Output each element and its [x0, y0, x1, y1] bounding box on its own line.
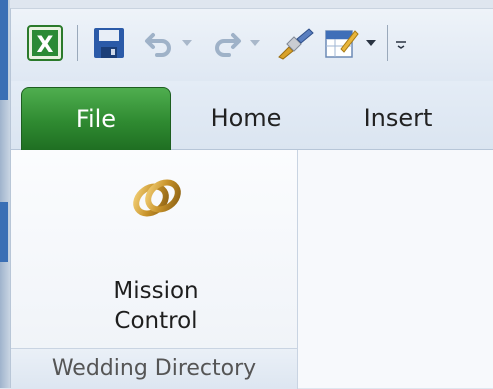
ribbon-panel: Mission Control Wedding Directory	[11, 150, 493, 389]
wedding-rings-icon	[127, 168, 187, 228]
excel-window: X File Home Insert Mission Control Weddi…	[10, 8, 493, 389]
tab-insert[interactable]: Insert	[323, 87, 473, 149]
edge-accent-top	[0, 0, 8, 100]
redo-dropdown-icon[interactable]	[245, 23, 265, 63]
mission-control-button[interactable]: Mission Control	[71, 158, 241, 338]
more-toolbar-icon[interactable]	[391, 23, 411, 63]
edge-accent-bottom	[0, 202, 8, 262]
tab-file[interactable]: File	[21, 87, 171, 150]
undo-icon[interactable]	[141, 23, 177, 63]
sheet-properties-icon[interactable]	[321, 23, 361, 63]
ribbon-tab-row: File Home Insert	[11, 81, 493, 150]
customize-qat-dropdown-icon[interactable]	[361, 23, 381, 63]
group-label: Wedding Directory	[51, 356, 257, 381]
undo-dropdown-icon[interactable]	[177, 23, 197, 63]
background-window-edge	[0, 0, 10, 388]
quick-access-toolbar: X	[11, 9, 493, 81]
redo-icon[interactable]	[209, 23, 245, 63]
tab-home[interactable]: Home	[181, 87, 311, 149]
svg-text:X: X	[37, 33, 54, 58]
save-icon[interactable]	[89, 23, 129, 63]
excel-icon[interactable]: X	[25, 23, 65, 63]
mission-control-label-line1: Mission	[113, 278, 199, 304]
wedding-directory-group: Mission Control Wedding Directory	[11, 150, 298, 389]
mission-control-label: Mission Control	[71, 276, 241, 336]
mission-control-label-line2: Control	[114, 308, 198, 334]
format-painter-icon[interactable]	[273, 23, 317, 63]
